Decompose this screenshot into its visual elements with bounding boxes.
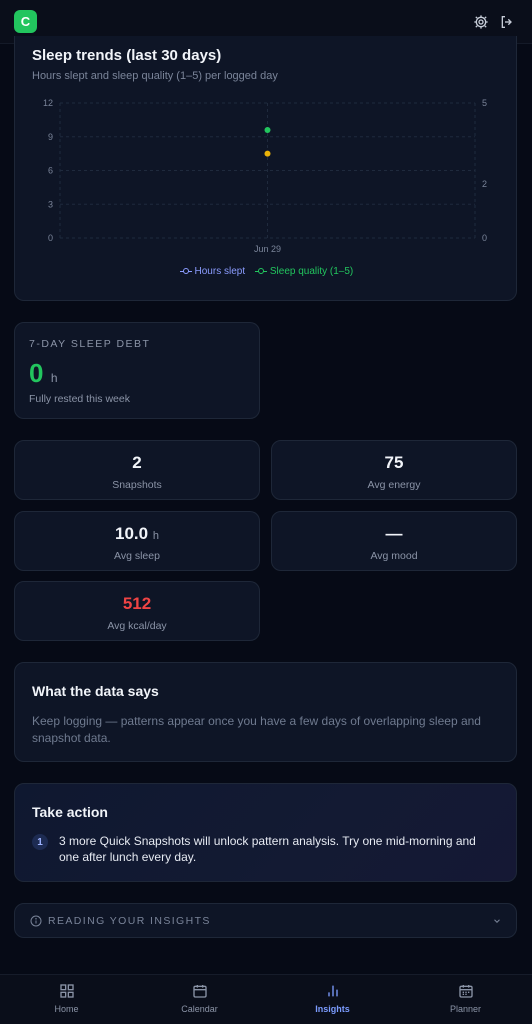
stat-avg-kcal: 512 Avg kcal/day bbox=[14, 581, 260, 641]
legend-hours-slept-label: Hours slept bbox=[194, 266, 246, 277]
stat-avg-mood-label: Avg mood bbox=[370, 550, 418, 562]
take-action-title: Take action bbox=[32, 804, 108, 820]
y-left-tick-label: 3 bbox=[48, 199, 53, 209]
stat-avg-sleep-label: Avg sleep bbox=[114, 550, 160, 562]
nav-item-planner[interactable]: Planner bbox=[399, 975, 532, 1024]
y-left-tick-label: 0 bbox=[48, 233, 53, 243]
sleep-debt-note: Fully rested this week bbox=[29, 393, 130, 405]
stat-avg-sleep-unit: h bbox=[152, 530, 159, 542]
calendar-icon bbox=[192, 985, 207, 998]
bar-chart-icon bbox=[327, 985, 338, 997]
stat-avg-kcal-label: Avg kcal/day bbox=[107, 620, 167, 632]
nav-planner-label: Planner bbox=[449, 1004, 482, 1014]
nav-item-insights[interactable]: Insights bbox=[266, 975, 399, 1024]
reading-insights-label: READING YOUR INSIGHTS bbox=[48, 915, 211, 927]
stat-avg-sleep-value: 10.0 bbox=[115, 524, 149, 543]
info-icon bbox=[30, 915, 42, 927]
stat-avg-energy: 75 Avg energy bbox=[271, 440, 517, 500]
data-point-sleep-quality bbox=[264, 127, 271, 133]
calendar-grid-icon bbox=[458, 985, 473, 998]
y-right-tick-label: 0 bbox=[482, 233, 487, 243]
settings-gear-icon[interactable] bbox=[473, 14, 489, 30]
legend-hours-slept[interactable]: Hours slept bbox=[179, 266, 246, 277]
sleep-debt-value: 0 bbox=[29, 358, 44, 388]
action-number-badge: 1 bbox=[32, 834, 48, 850]
sleep-trends-chart: 0 3 6 9 12 0 2 5 Jun 29 bbox=[43, 98, 487, 254]
stat-avg-mood-value: — bbox=[385, 524, 403, 543]
stat-avg-mood: — Avg mood bbox=[271, 511, 517, 571]
x-tick-label: Jun 29 bbox=[254, 244, 281, 254]
chart-legend: Hours slept Sleep quality (1–5) bbox=[15, 266, 518, 277]
y-right-tick-label: 5 bbox=[482, 98, 487, 108]
sleep-debt-unit: h bbox=[50, 371, 58, 385]
stat-avg-energy-value: 75 bbox=[384, 453, 404, 472]
y-left-tick-label: 6 bbox=[48, 166, 53, 176]
data-says-card: What the data says Keep logging — patter… bbox=[14, 662, 517, 762]
action-item-text: 3 more Quick Snapshots will unlock patte… bbox=[59, 834, 476, 864]
take-action-card: Take action 1 3 more Quick Snapshots wil… bbox=[14, 783, 517, 882]
legend-sleep-quality[interactable]: Sleep quality (1–5) bbox=[255, 266, 353, 277]
y-left-tick-label: 12 bbox=[43, 98, 53, 108]
data-says-text: Keep logging — patterns appear once you … bbox=[32, 714, 481, 745]
legend-sleep-quality-label: Sleep quality (1–5) bbox=[269, 266, 354, 277]
sleep-debt-label: 7-DAY SLEEP DEBT bbox=[29, 338, 151, 350]
nav-home-label: Home bbox=[54, 1004, 79, 1014]
data-says-title: What the data says bbox=[32, 683, 159, 699]
y-right-tick-label: 2 bbox=[482, 179, 487, 189]
nav-insights-label: Insights bbox=[315, 1004, 350, 1014]
sleep-trends-card: Sleep trends (last 30 days) Hours slept … bbox=[14, 36, 517, 301]
logout-icon[interactable] bbox=[499, 14, 515, 30]
stat-avg-energy-label: Avg energy bbox=[367, 479, 421, 491]
reading-insights-toggle[interactable]: READING YOUR INSIGHTS bbox=[14, 903, 517, 938]
nav-item-calendar[interactable]: Calendar bbox=[133, 975, 266, 1024]
stat-avg-sleep: 10.0 h Avg sleep bbox=[14, 511, 260, 571]
stat-snapshots: 2 Snapshots bbox=[14, 440, 260, 500]
stat-snapshots-value: 2 bbox=[132, 453, 142, 472]
chevron-down-icon bbox=[494, 919, 500, 923]
y-left-tick-label: 9 bbox=[48, 132, 53, 142]
sleep-debt-card: 7-DAY SLEEP DEBT 0 h Fully rested this w… bbox=[14, 322, 260, 419]
grid-icon bbox=[59, 984, 74, 998]
data-point-hours-slept bbox=[264, 150, 271, 157]
stat-avg-kcal-value: 512 bbox=[122, 594, 152, 613]
stat-snapshots-label: Snapshots bbox=[112, 479, 162, 491]
app-logo[interactable]: C bbox=[14, 10, 37, 33]
bottom-nav: Home Calendar Insights Planner bbox=[0, 974, 532, 1024]
nav-item-home[interactable]: Home bbox=[0, 975, 133, 1024]
nav-calendar-label: Calendar bbox=[181, 1004, 218, 1014]
